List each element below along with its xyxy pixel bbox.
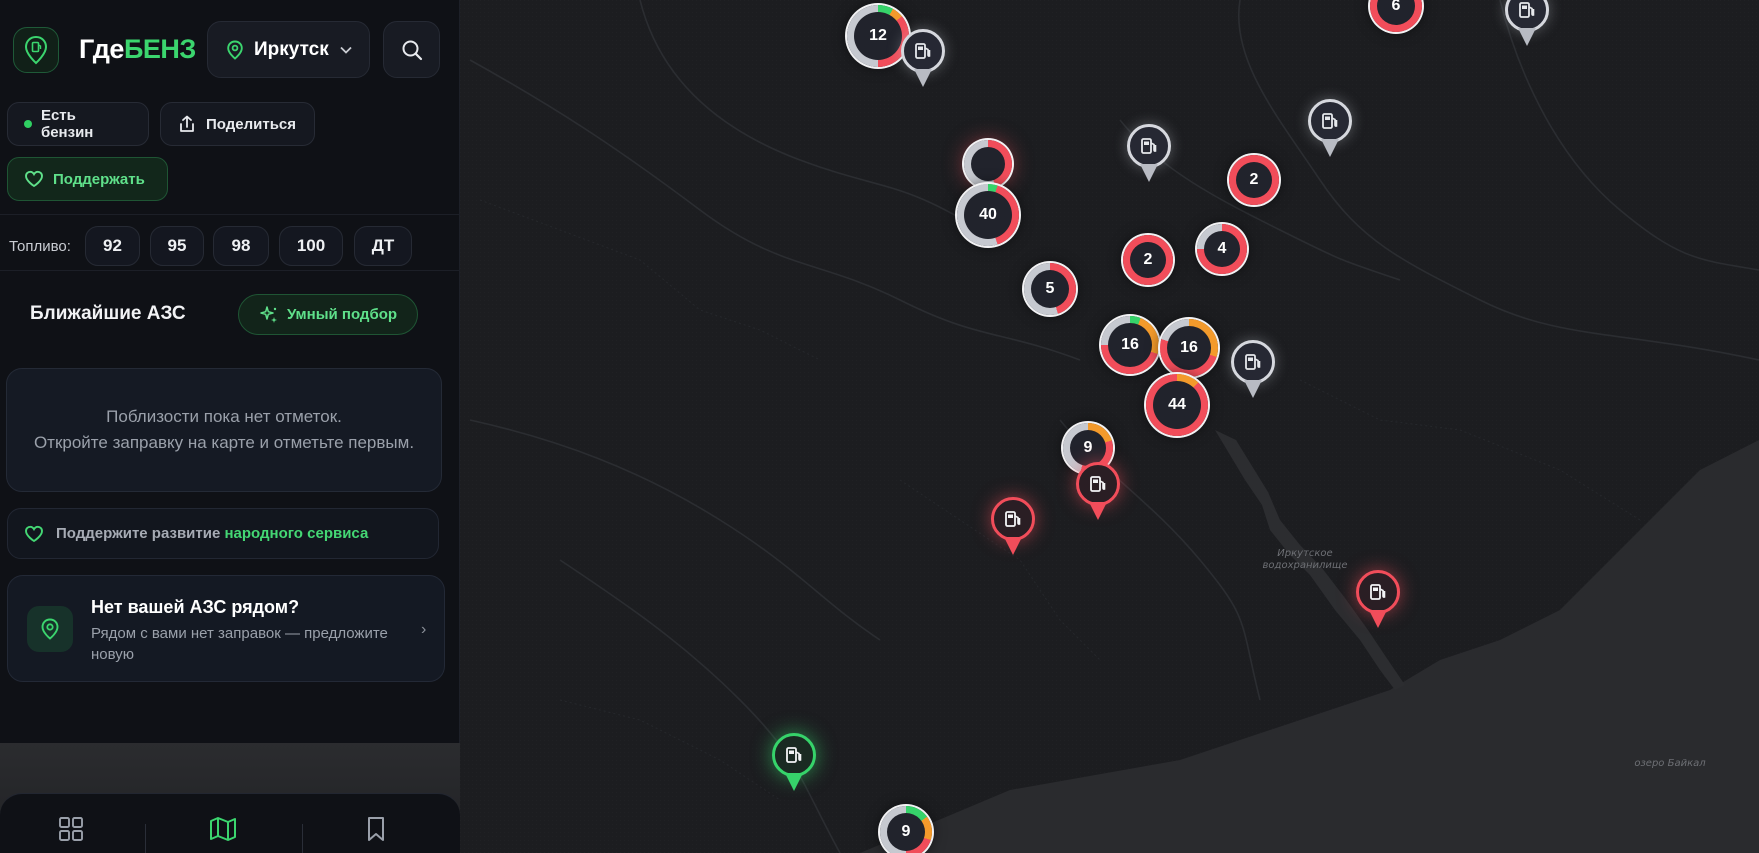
reservoir-label: Иркутское водохранилище xyxy=(1262,548,1348,571)
fuel-type-95[interactable]: 95 xyxy=(150,226,204,266)
smart-pick-button[interactable]: Умный подбор xyxy=(238,294,418,335)
suggest-station-title: Нет вашей АЗС рядом? xyxy=(91,597,300,617)
fuel-type-98[interactable]: 98 xyxy=(213,226,269,266)
heart-icon xyxy=(25,170,43,188)
lake-label: озеро Байкал xyxy=(1634,758,1706,769)
station-pin[interactable] xyxy=(901,29,945,89)
map-icon xyxy=(210,817,236,841)
support-button[interactable]: Поддержать xyxy=(7,157,168,201)
station-cluster[interactable]: 4 xyxy=(1197,224,1247,274)
station-pin-no-fuel[interactable] xyxy=(1076,462,1120,522)
divider xyxy=(0,270,460,271)
station-cluster[interactable]: 44 xyxy=(1146,374,1208,436)
suggest-station-card[interactable]: Нет вашей АЗС рядом? Рядом с вами нет за… xyxy=(7,575,445,682)
chevron-down-icon xyxy=(340,46,352,54)
search-button[interactable] xyxy=(383,21,440,78)
station-cluster[interactable]: 2 xyxy=(1123,235,1173,285)
fuel-pump-icon xyxy=(786,747,802,763)
search-icon xyxy=(402,40,422,60)
support-banner[interactable]: Поддержите развитие народного сервиса xyxy=(7,508,439,559)
station-pin[interactable] xyxy=(1127,124,1171,184)
nav-grid[interactable] xyxy=(56,814,86,844)
share-icon xyxy=(180,115,194,132)
fuel-pump-icon xyxy=(915,43,931,59)
app-logo[interactable] xyxy=(13,27,59,73)
bottom-nav xyxy=(0,793,460,853)
nav-separator xyxy=(145,824,146,853)
share-label: Поделиться xyxy=(206,115,297,133)
station-pin[interactable] xyxy=(1231,340,1275,400)
station-pin-no-fuel[interactable] xyxy=(1356,570,1400,630)
nav-map[interactable] xyxy=(208,814,238,844)
empty-line-2: Откройте заправку на карте и отметьте пе… xyxy=(33,433,415,452)
station-cluster[interactable]: 12 xyxy=(847,5,909,67)
nearby-empty-state: Поблизости пока нет отметок. Откройте за… xyxy=(6,368,442,492)
city-selector[interactable]: Иркутск xyxy=(207,21,370,78)
status-dot xyxy=(24,120,32,128)
grid-icon xyxy=(59,817,83,841)
fuel-pump-icon xyxy=(1090,476,1106,492)
fuel-pump-icon xyxy=(1245,354,1261,370)
fuel-pump-icon xyxy=(1322,113,1338,129)
station-pin-no-fuel[interactable] xyxy=(991,497,1035,557)
station-pin[interactable] xyxy=(1505,0,1549,48)
fuel-pump-icon xyxy=(1370,584,1386,600)
fuel-pump-icon xyxy=(1141,138,1157,154)
station-cluster[interactable]: 16 xyxy=(1160,319,1218,377)
sparkle-icon xyxy=(260,305,277,323)
empty-line-1: Поблизости пока нет отметок. xyxy=(106,407,342,426)
has-fuel-label: Есть бензин xyxy=(40,107,94,141)
fuel-label: Топливо: xyxy=(9,238,71,255)
fuel-type-100[interactable]: 100 xyxy=(279,226,343,266)
smart-pick-label: Умный подбор xyxy=(286,306,398,323)
location-pin-icon xyxy=(227,40,243,60)
station-cluster[interactable]: 9 xyxy=(880,806,932,853)
support-label: Поддержать xyxy=(53,170,145,188)
share-button[interactable]: Поделиться xyxy=(160,102,315,146)
bookmark-icon xyxy=(368,817,384,841)
nearby-title: Ближайшие АЗС xyxy=(30,303,186,324)
location-pin-icon xyxy=(24,35,48,65)
station-cluster[interactable]: 2 xyxy=(1229,155,1279,205)
app-brand: ГдеБЕНЗ xyxy=(79,34,196,64)
station-cluster[interactable] xyxy=(964,140,1012,188)
sidebar: ГдеБЕНЗ Иркутск Есть бензин Поделиться П… xyxy=(0,0,460,743)
divider xyxy=(0,214,460,215)
station-cluster[interactable]: 16 xyxy=(1101,316,1159,374)
station-cluster[interactable]: 5 xyxy=(1024,263,1076,315)
city-name: Иркутск xyxy=(254,38,329,60)
station-pin[interactable] xyxy=(1308,99,1352,159)
station-cluster[interactable]: 40 xyxy=(957,184,1019,246)
has-fuel-filter[interactable]: Есть бензин xyxy=(7,102,149,146)
fuel-type-diesel[interactable]: ДТ xyxy=(354,226,412,266)
nav-bookmarks[interactable] xyxy=(361,814,391,844)
location-pin-icon xyxy=(41,618,59,640)
station-pin-has-fuel[interactable] xyxy=(772,733,816,793)
fuel-pump-icon xyxy=(1005,511,1021,527)
suggest-station-subtitle: Рядом с вами нет заправок — предложите н… xyxy=(91,625,388,663)
suggest-station-icon-box xyxy=(27,606,73,652)
support-text: Поддержите развитие народного сервиса xyxy=(56,525,369,542)
fuel-pump-icon xyxy=(1519,2,1535,18)
chevron-right-icon: › xyxy=(421,621,427,638)
nav-separator xyxy=(302,824,303,853)
heart-icon xyxy=(25,525,43,542)
fuel-type-92[interactable]: 92 xyxy=(85,226,140,266)
